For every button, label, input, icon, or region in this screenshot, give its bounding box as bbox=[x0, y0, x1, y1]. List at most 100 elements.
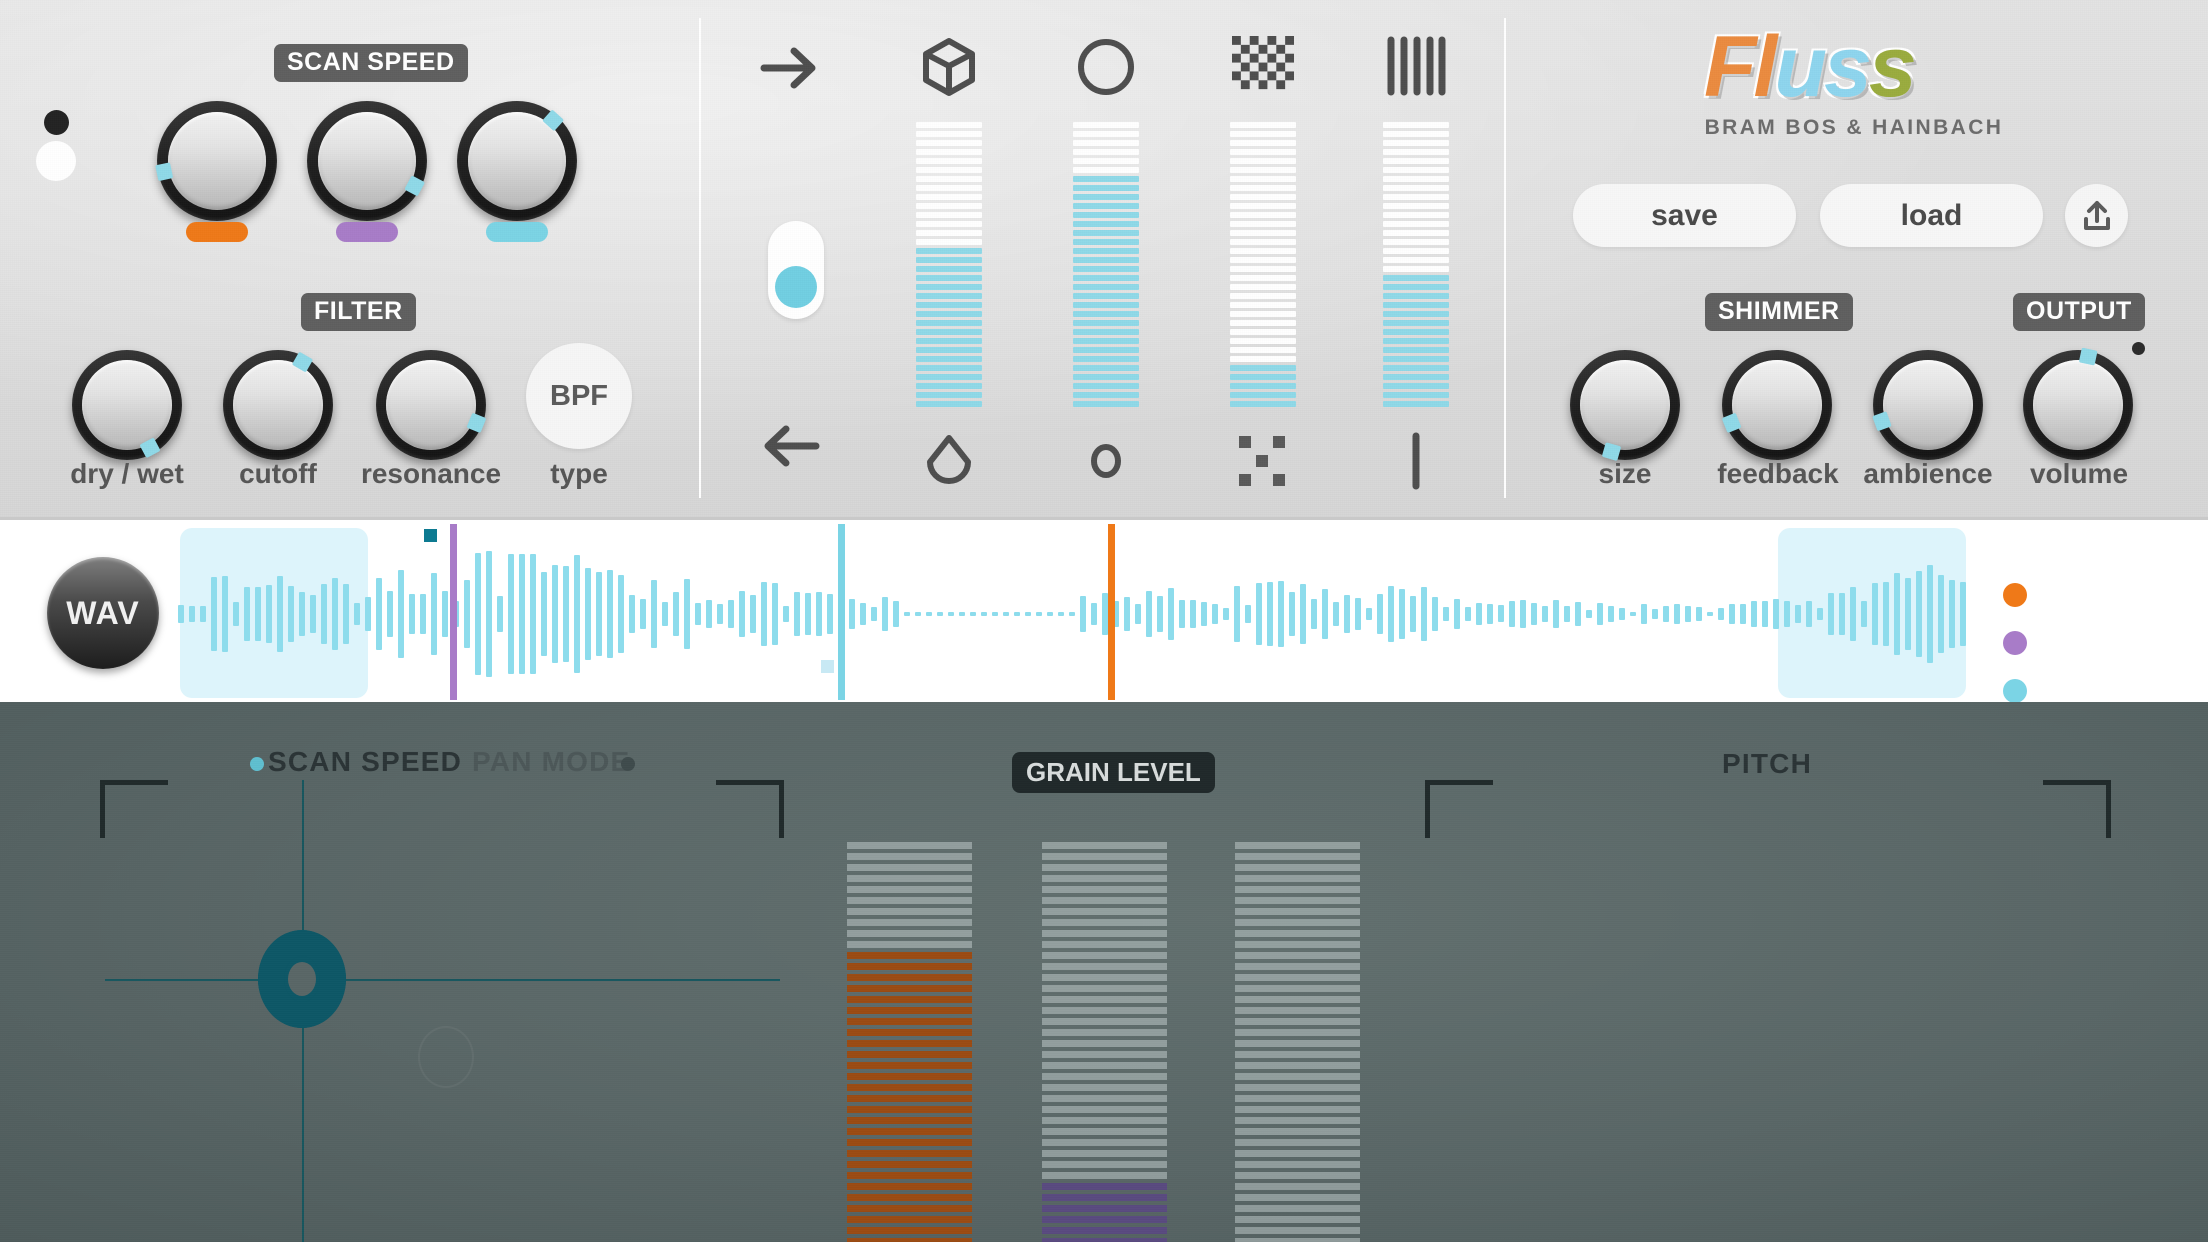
grain-segment bbox=[1235, 1216, 1360, 1223]
waveform-playhead[interactable] bbox=[1108, 524, 1115, 700]
slider-segment bbox=[1073, 302, 1139, 308]
filter-resonance-knob[interactable] bbox=[376, 350, 487, 460]
toggle-thumb bbox=[775, 266, 817, 308]
slider-segment bbox=[1073, 266, 1139, 272]
waveform-marker[interactable] bbox=[424, 529, 437, 542]
grain-segment bbox=[1042, 963, 1167, 970]
load-button[interactable]: load bbox=[1820, 184, 2043, 247]
crop-corner-mid-tr bbox=[716, 780, 784, 838]
xy-position-node[interactable] bbox=[258, 930, 346, 1028]
grain-segment bbox=[847, 1227, 972, 1234]
slider-segment bbox=[1383, 338, 1449, 344]
grain-segment bbox=[1235, 1172, 1360, 1179]
waveform-voice-dot-2[interactable] bbox=[2003, 631, 2027, 655]
slider-segment bbox=[1383, 365, 1449, 371]
slider-segment bbox=[916, 356, 982, 362]
waveform-bar bbox=[1322, 589, 1328, 639]
grain-segment bbox=[1235, 1194, 1360, 1201]
slider-segment bbox=[916, 266, 982, 272]
arrow-left-icon[interactable] bbox=[758, 418, 822, 474]
filter-cutoff-knob[interactable] bbox=[223, 350, 333, 460]
scan-speed-color-tab-2[interactable] bbox=[336, 222, 398, 242]
waveform-bar bbox=[1806, 601, 1812, 627]
waveform-voice-dot-1[interactable] bbox=[2003, 583, 2027, 607]
waveform-bar bbox=[1432, 597, 1438, 631]
grain-segment bbox=[1042, 1040, 1167, 1047]
grain-segment bbox=[1042, 1194, 1167, 1201]
scan-speed-knob-3[interactable] bbox=[457, 101, 577, 221]
waveform-bar bbox=[717, 603, 723, 625]
waveform-bar bbox=[1333, 602, 1339, 626]
slider-segment bbox=[1383, 239, 1449, 245]
waveform-playhead[interactable] bbox=[838, 524, 845, 700]
waveform-bar bbox=[475, 552, 481, 676]
scan-speed-color-tab-1[interactable] bbox=[186, 222, 248, 242]
scan-speed-knob-1[interactable] bbox=[155, 101, 277, 221]
share-button[interactable] bbox=[2065, 184, 2128, 247]
knob-cap bbox=[82, 360, 172, 450]
grain-level-slider-2[interactable] bbox=[1042, 842, 1167, 1242]
grain-segment bbox=[1235, 1095, 1360, 1102]
crop-corner-pitch-tr bbox=[2043, 780, 2111, 838]
xy-pan-mode-label[interactable]: PAN MODE bbox=[472, 746, 630, 778]
slider-spread[interactable] bbox=[1230, 122, 1296, 410]
slider-segment bbox=[1230, 239, 1296, 245]
slider-segment bbox=[1073, 122, 1139, 128]
grain-level-slider-1[interactable] bbox=[847, 842, 972, 1242]
output-volume-knob[interactable] bbox=[2023, 347, 2133, 460]
scan-speed-mode-dot[interactable] bbox=[250, 757, 264, 771]
arrow-right-icon[interactable] bbox=[758, 40, 822, 96]
slider-segment bbox=[1230, 194, 1296, 200]
grain-segment bbox=[1235, 985, 1360, 992]
waveform-bar bbox=[1850, 586, 1856, 642]
waveform-canvas[interactable] bbox=[0, 520, 2208, 705]
xy-scan-speed-label[interactable]: SCAN SPEED bbox=[268, 746, 462, 778]
grain-level-slider-3[interactable] bbox=[1235, 842, 1360, 1242]
filter-type-button[interactable]: BPF bbox=[526, 343, 632, 449]
waveform-selection[interactable] bbox=[180, 528, 368, 698]
waveform-bar bbox=[915, 612, 921, 616]
slider-segment bbox=[1073, 392, 1139, 398]
waveform-bar bbox=[1355, 598, 1361, 630]
save-button[interactable]: save bbox=[1573, 184, 1796, 247]
slider-segment bbox=[1073, 230, 1139, 236]
droplet-icon bbox=[927, 435, 971, 484]
crop-corner-pitch-tl bbox=[1425, 780, 1493, 838]
waveform-bar bbox=[1069, 612, 1075, 616]
slider-segment bbox=[1383, 140, 1449, 146]
filter-drywet-knob[interactable] bbox=[72, 350, 182, 460]
grain-segment bbox=[847, 897, 972, 904]
knob-cap bbox=[2033, 360, 2123, 450]
logo-part-2: us bbox=[1774, 19, 1871, 115]
pan-mode-dot[interactable] bbox=[621, 757, 635, 771]
slider-segment bbox=[1230, 374, 1296, 380]
shimmer-ambience-knob[interactable] bbox=[1872, 350, 1983, 460]
waveform-bar bbox=[1564, 606, 1570, 622]
xy-performance-panel[interactable]: SCAN SPEED PAN MODE GRAIN LEVEL FILTER P… bbox=[0, 702, 2208, 1242]
scan-speed-color-tab-3[interactable] bbox=[486, 222, 548, 242]
indicator-dot-light[interactable] bbox=[36, 141, 76, 181]
scan-speed-knob-2[interactable] bbox=[307, 101, 427, 221]
slider-segment bbox=[916, 365, 982, 371]
slider-texture[interactable] bbox=[1383, 122, 1449, 410]
waveform-playhead[interactable] bbox=[450, 524, 457, 700]
slider-segment bbox=[916, 302, 982, 308]
slider-density[interactable] bbox=[916, 122, 982, 410]
waveform-bar bbox=[805, 592, 811, 636]
slider-size[interactable] bbox=[1073, 122, 1139, 410]
waveform-bar bbox=[596, 572, 602, 656]
waveform-marker[interactable] bbox=[821, 660, 834, 673]
shimmer-feedback-knob[interactable] bbox=[1721, 350, 1832, 460]
waveform-bar bbox=[1168, 587, 1174, 641]
waveform-voice-dot-3[interactable] bbox=[2003, 679, 2027, 703]
waveform-bar bbox=[409, 593, 415, 635]
slider-segment bbox=[916, 122, 982, 128]
grain-segment bbox=[847, 1183, 972, 1190]
grain-segment bbox=[847, 1161, 972, 1168]
mode-toggle[interactable] bbox=[768, 221, 824, 319]
shimmer-size-knob[interactable] bbox=[1570, 350, 1680, 462]
indicator-dot-dark[interactable] bbox=[44, 110, 69, 135]
grain-segment bbox=[1235, 1183, 1360, 1190]
waveform-strip[interactable]: WAV bbox=[0, 517, 2208, 1175]
grain-segment bbox=[847, 1029, 972, 1036]
